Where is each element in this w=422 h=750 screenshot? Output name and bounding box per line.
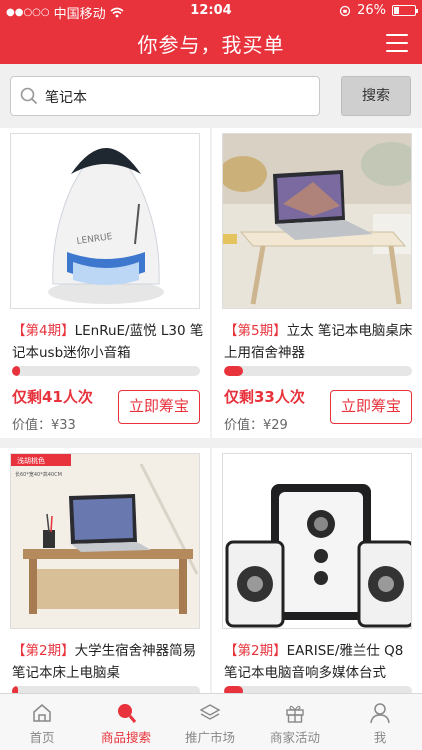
product-price: 价值：¥29	[224, 418, 288, 433]
product-period: 【第5期】	[224, 323, 287, 339]
tab-label: 商家活动	[269, 730, 320, 745]
tab-label: 我	[373, 730, 387, 745]
product-period: 【第2期】	[224, 643, 287, 659]
product-period: 【第4期】	[12, 323, 75, 339]
status-bar: ●●○○○ 中国移动 12:04 26%	[0, 0, 422, 22]
battery-percent: 26%	[357, 3, 386, 18]
progress-fill	[12, 366, 20, 376]
tab-promotion-market[interactable]: 推广市场	[168, 694, 252, 750]
progress-fill	[12, 686, 18, 693]
product-image-laptop-table[interactable]	[222, 133, 412, 309]
product-image-speaker[interactable]: LENRUE	[10, 133, 200, 309]
progress-bar	[224, 686, 412, 693]
remaining-count: 仅剩33人次	[224, 388, 305, 406]
product-card[interactable]: 【第2期】EARISE/雅兰仕 Q8笔记本电脑音响多媒体台式	[212, 448, 422, 693]
product-grid: LENRUE 【第4期】LEnRuE/蓝悦 L30 笔记本usb迷你小音箱 仅剩…	[0, 128, 422, 693]
tab-product-search[interactable]: 商品搜索	[84, 694, 168, 750]
remaining-count: 仅剩41人次	[12, 388, 93, 406]
battery-level	[394, 7, 400, 14]
battery-icon	[392, 5, 418, 16]
status-right: 26%	[339, 3, 418, 18]
product-name[interactable]: 【第5期】立太 笔记本电脑桌床上用宿舍神器	[224, 320, 416, 364]
tab-me[interactable]: 我	[338, 694, 422, 750]
product-price: 价值：¥33	[12, 418, 76, 433]
progress-bar	[224, 366, 412, 376]
app-header: 你参与，我买单	[0, 22, 422, 64]
app-root: ●●○○○ 中国移动 12:04 26% 你参与，我买单 笔记本 搜索 LENR…	[0, 0, 422, 750]
progress-fill	[224, 686, 243, 693]
search-bar: 搜索	[0, 64, 422, 128]
product-period: 【第2期】	[12, 643, 75, 659]
page-title: 你参与，我买单	[137, 33, 285, 57]
join-button[interactable]: 立即筹宝	[330, 390, 412, 424]
tab-home[interactable]: 首页	[0, 694, 84, 750]
progress-bar	[12, 366, 200, 376]
orientation-lock-icon	[339, 5, 351, 16]
product-card[interactable]: 浅胡桃色 长60*宽40*高40CM 【第2期】大学生宿舍神器简易笔记本床上电脑…	[0, 448, 210, 693]
product-image-dorm-desk[interactable]: 浅胡桃色 长60*宽40*高40CM	[10, 453, 200, 629]
search-field[interactable]	[10, 76, 320, 116]
photo-tag-color: 浅胡桃色	[17, 456, 45, 465]
product-card[interactable]: LENRUE 【第4期】LEnRuE/蓝悦 L30 笔记本usb迷你小音箱 仅剩…	[0, 128, 210, 438]
progress-fill	[224, 366, 243, 376]
photo-tag-size: 长60*宽40*高40CM	[15, 471, 62, 478]
product-name[interactable]: 【第2期】大学生宿舍神器简易笔记本床上电脑桌	[12, 640, 204, 684]
tab-label: 商品搜索	[100, 730, 151, 745]
search-input[interactable]	[45, 85, 305, 109]
product-card[interactable]: 【第5期】立太 笔记本电脑桌床上用宿舍神器 仅剩33人次 价值：¥29 立即筹宝	[212, 128, 422, 438]
tab-label: 推广市场	[184, 730, 235, 745]
tab-label: 首页	[29, 730, 55, 745]
tab-merchant-events[interactable]: 商家活动	[253, 694, 337, 750]
product-name[interactable]: 【第2期】EARISE/雅兰仕 Q8笔记本电脑音响多媒体台式	[224, 640, 416, 684]
layers-icon	[199, 704, 221, 720]
gift-icon	[286, 705, 304, 723]
join-button[interactable]: 立即筹宝	[118, 390, 200, 424]
search-icon	[20, 87, 38, 105]
search-button[interactable]: 搜索	[341, 76, 411, 116]
bottom-tab-bar: 首页 商品搜索 推广市场 商家活动 我	[0, 693, 422, 750]
product-name[interactable]: 【第4期】LEnRuE/蓝悦 L30 笔记本usb迷你小音箱	[12, 320, 204, 364]
product-image-desktop-speakers[interactable]	[222, 453, 412, 629]
search-icon	[118, 704, 137, 723]
user-icon	[370, 703, 390, 724]
home-icon	[33, 704, 51, 722]
menu-icon[interactable]	[386, 34, 408, 52]
progress-bar	[12, 686, 200, 693]
